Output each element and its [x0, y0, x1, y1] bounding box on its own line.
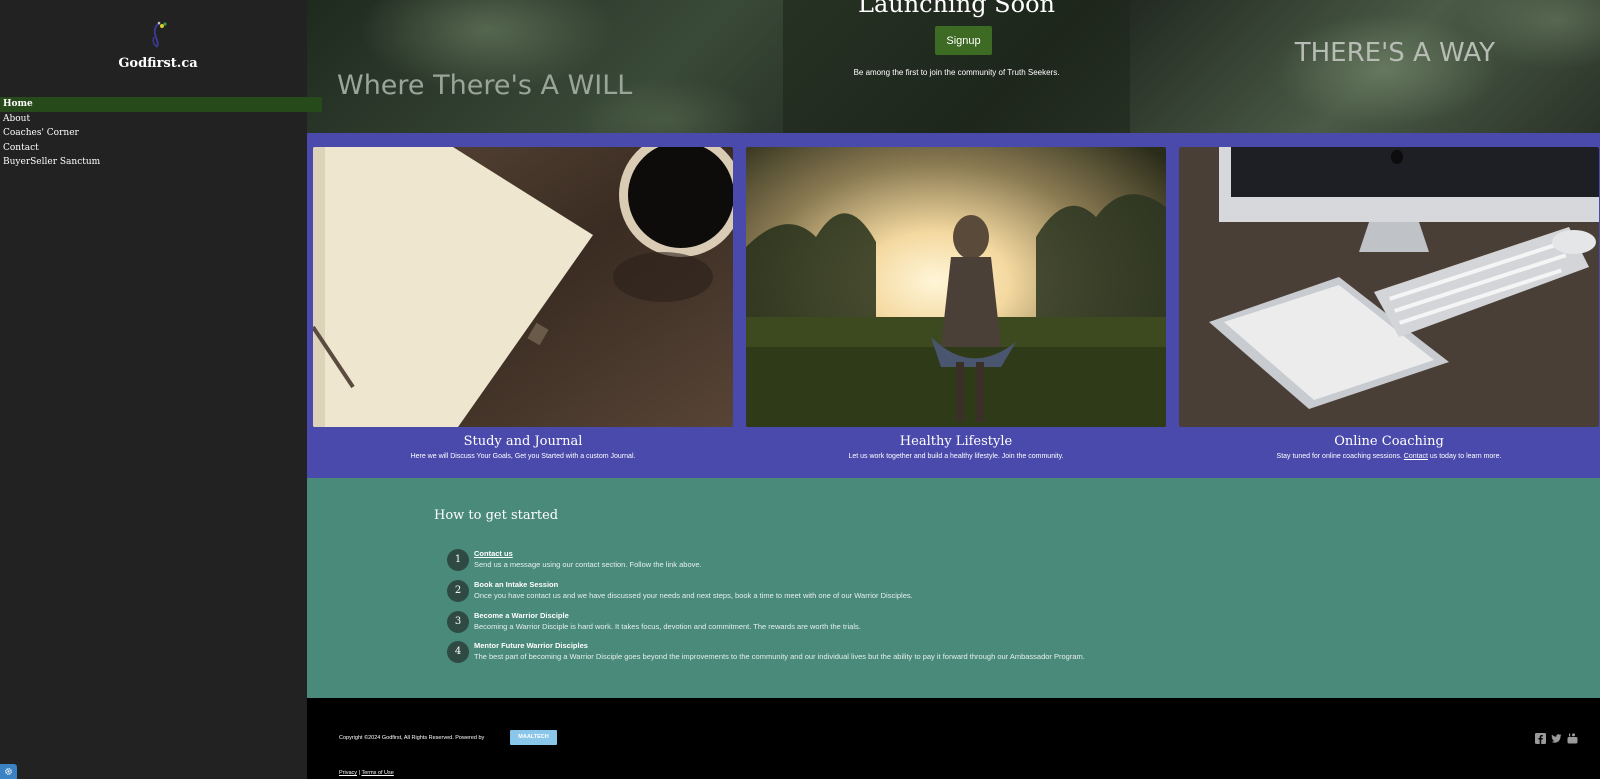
youtube-icon[interactable]	[1567, 731, 1578, 744]
feature-title: Study and Journal	[463, 434, 583, 449]
hero-right-text: THERE'S A WAY	[1294, 38, 1495, 68]
notebook-coffee-image	[313, 147, 733, 427]
feature-card-healthy: Healthy Lifestyle Let us work together a…	[746, 147, 1166, 460]
powered-by-badge[interactable]: MAALTECH	[510, 730, 557, 745]
twitter-icon[interactable]	[1551, 731, 1562, 743]
feature-desc: Stay tuned for online coaching sessions.…	[1179, 453, 1599, 460]
section-heading: How to get started	[434, 508, 559, 523]
feature-title: Healthy Lifestyle	[899, 434, 1013, 449]
step-title-link[interactable]: Contact us	[474, 549, 513, 558]
step-title: Book an Intake Session	[474, 580, 559, 589]
site-name[interactable]: Godfirst.ca	[0, 56, 316, 71]
hero-banner: Where There's A WILL Launching Soon Sign…	[307, 0, 1600, 133]
hero-title: Launching Soon	[858, 0, 1055, 18]
step-item: 1 Contact us Send us a message using our…	[447, 549, 1547, 577]
step-desc: Send us a message using our contact sect…	[474, 560, 702, 569]
how-to-get-started-section: How to get started 1 Contact us Send us …	[307, 478, 1600, 698]
page: Godfirst.ca Home About Coaches' Corner C…	[0, 0, 1600, 779]
step-item: 3 Become a Warrior Disciple Becoming a W…	[447, 611, 1547, 639]
feature-desc: Let us work together and build a healthy…	[848, 453, 1064, 460]
step-title: Become a Warrior Disciple	[474, 611, 569, 620]
step-number: 4	[447, 641, 469, 663]
logo[interactable]	[146, 20, 172, 52]
step-item: 2 Book an Intake Session Once you have c…	[447, 580, 1547, 608]
hero-left-text: Where There's A WILL	[337, 70, 633, 101]
nav-item-home[interactable]: Home	[0, 97, 322, 112]
terms-link[interactable]: Terms of Use	[361, 770, 393, 776]
sunlit-field-image	[746, 147, 1166, 427]
nav-item-coaches-corner[interactable]: Coaches' Corner	[0, 126, 322, 141]
privacy-link[interactable]: Privacy	[339, 770, 357, 776]
step-desc: Once you have contact us and we have dis…	[474, 591, 913, 600]
main-nav: Home About Coaches' Corner Contact Buyer…	[0, 97, 322, 170]
step-number: 1	[447, 549, 469, 571]
copyright-text: Copyright ©2024 Godfirst, All Rights Res…	[339, 735, 485, 741]
step-desc: The best part of becoming a Warrior Disc…	[474, 652, 1085, 661]
nav-item-about[interactable]: About	[0, 112, 322, 127]
signup-button[interactable]: Signup	[935, 26, 992, 55]
feature-title: Online Coaching	[1334, 434, 1444, 449]
social-links	[1535, 731, 1578, 744]
feature-desc-text: Stay tuned for online coaching sessions.	[1276, 453, 1402, 460]
desk-computer-image	[1179, 147, 1599, 427]
feature-desc: Here we will Discuss Your Goals, Get you…	[410, 453, 636, 460]
feature-card-coaching: Online Coaching Stay tuned for online co…	[1179, 147, 1599, 460]
step-number: 3	[447, 611, 469, 633]
footer-separator: |	[358, 770, 360, 776]
hero-card: Launching Soon Signup Be among the first…	[783, 0, 1130, 133]
feature-card-study: Study and Journal Here we will Discuss Y…	[313, 147, 733, 460]
step-item: 4 Mentor Future Warrior Disciples The be…	[447, 641, 1547, 669]
contact-link[interactable]: Contact	[1404, 453, 1428, 460]
nav-item-contact[interactable]: Contact	[0, 141, 322, 156]
step-number: 2	[447, 580, 469, 602]
nav-item-buyerseller-sanctum[interactable]: BuyerSeller Sanctum	[0, 155, 322, 170]
footer: Copyright ©2024 Godfirst, All Rights Res…	[307, 698, 1600, 779]
step-title: Mentor Future Warrior Disciples	[474, 641, 588, 650]
feature-desc-text: us today to learn more.	[1429, 453, 1502, 460]
facebook-icon[interactable]	[1535, 731, 1546, 744]
sidebar: Godfirst.ca Home About Coaches' Corner C…	[0, 0, 322, 779]
features-section: Study and Journal Here we will Discuss Y…	[307, 133, 1600, 478]
gear-icon	[4, 763, 13, 779]
settings-button[interactable]	[0, 764, 17, 779]
step-desc: Becoming a Warrior Disciple is hard work…	[474, 622, 861, 631]
footer-links: Privacy | Terms of Use	[339, 770, 394, 776]
hero-subtitle: Be among the first to join the community…	[853, 68, 1060, 77]
